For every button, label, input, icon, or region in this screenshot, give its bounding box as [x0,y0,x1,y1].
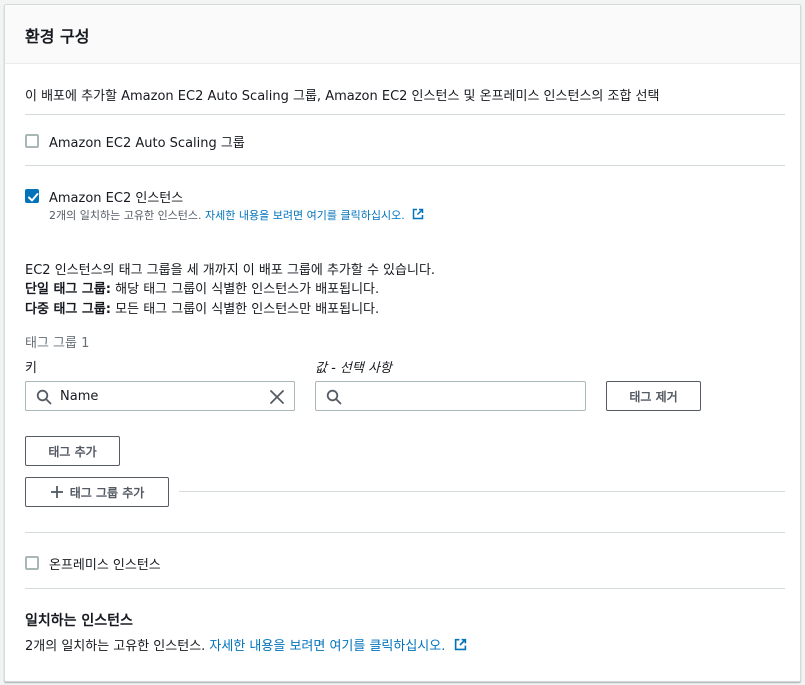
auto-scaling-label[interactable]: Amazon EC2 Auto Scaling 그룹 [49,132,245,151]
onprem-instances-checkbox[interactable] [25,556,39,570]
ec2-details-link[interactable]: 자세한 내용을 보려면 여기를 클릭하십시오. [205,209,405,222]
clear-icon[interactable] [269,389,285,405]
panel-header: 환경 구성 [5,5,800,64]
single-tag-text: 해당 태그 그룹이 식별한 인스턴스가 배포됩니다. [111,282,380,297]
tag-key-value: Name [60,389,99,404]
section-description: 이 배포에 추가할 Amazon EC2 Auto Scaling 그룹, Am… [25,89,660,104]
ec2-match-text: 2개의 일치하는 고유한 인스턴스. [49,209,202,222]
divider [25,588,785,589]
tag-key-input[interactable]: Name [25,381,295,411]
tag-group-divider [179,491,785,492]
matching-instances-info: 2개의 일치하는 고유한 인스턴스. 자세한 내용을 보려면 여기를 클릭하십시… [25,635,467,654]
auto-scaling-checkbox[interactable] [25,134,39,148]
add-tag-group-button[interactable]: 태그 그룹 추가 [25,477,169,507]
remove-tag-button[interactable]: 태그 제거 [606,381,701,411]
environment-config-panel: 환경 구성 이 배포에 추가할 Amazon EC2 Auto Scaling … [4,4,801,682]
key-label: 키 [25,361,37,376]
tag-value-input[interactable] [315,381,586,411]
matching-details-link[interactable]: 자세한 내용을 보려면 여기를 클릭하십시오. [209,639,445,654]
tag-info-line: EC2 인스턴스의 태그 그룹을 세 개까지 이 배포 그룹에 추가할 수 있습… [25,263,436,278]
search-icon [36,389,52,405]
value-label: 값 - 선택 사항 [315,361,392,376]
plus-icon [50,485,64,499]
external-link-icon[interactable] [412,208,424,220]
divider [25,165,785,166]
multi-tag-info: 다중 태그 그룹: 모든 태그 그룹이 식별한 인스턴스만 배포됩니다. [25,298,379,317]
add-tag-group-label: 태그 그룹 추가 [69,485,145,500]
multi-tag-text: 모든 태그 그룹이 식별한 인스턴스만 배포됩니다. [111,302,380,317]
ec2-match-info: 2개의 일치하는 고유한 인스턴스. 자세한 내용을 보려면 여기를 클릭하십시… [49,207,424,223]
add-tag-button[interactable]: 태그 추가 [25,436,120,466]
single-tag-label: 단일 태그 그룹: [25,282,112,297]
matching-text: 2개의 일치하는 고유한 인스턴스. [25,639,206,654]
ec2-instances-checkbox[interactable] [25,189,39,203]
panel-title: 환경 구성 [25,27,90,46]
onprem-instances-label[interactable]: 온프레미스 인스턴스 [49,554,161,573]
multi-tag-label: 다중 태그 그룹: [25,302,112,317]
divider [25,532,785,533]
ec2-instances-label[interactable]: Amazon EC2 인스턴스 [49,187,183,206]
matching-instances-title: 일치하는 인스턴스 [25,613,133,629]
checkmark-icon [28,193,39,202]
single-tag-info: 단일 태그 그룹: 해당 태그 그룹이 식별한 인스턴스가 배포됩니다. [25,278,379,297]
divider [25,114,785,115]
tag-group-title: 태그 그룹 1 [25,336,90,351]
search-icon [326,389,342,405]
external-link-icon[interactable] [454,638,467,651]
